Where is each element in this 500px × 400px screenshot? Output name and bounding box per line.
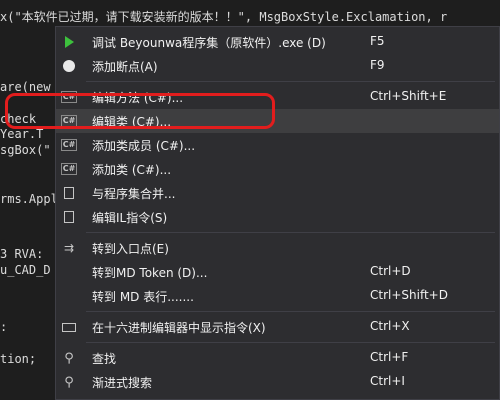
menu-separator [86, 232, 495, 233]
menu-item-label: 调试 Beyounwa程序集（原软件）.exe (D) [92, 36, 326, 50]
menu-item-shortcut: F9 [370, 58, 385, 72]
csharp-icon: C# [60, 115, 78, 127]
breakpoint-dot-icon [60, 57, 78, 75]
document-icon [60, 208, 78, 226]
add-breakpoint-item[interactable]: 添加断点(A) F9 [56, 54, 499, 78]
csharp-icon: C# [60, 91, 78, 103]
edit-il-item[interactable]: 编辑IL指令(S) [56, 205, 499, 229]
code-line: check [0, 112, 37, 126]
menu-item-shortcut: Ctrl+X [370, 319, 410, 333]
goto-md-token-item[interactable]: 转到MD Token (D)... Ctrl+D [56, 260, 499, 284]
add-class-member-item[interactable]: C# 添加类成员 (C#)... [56, 133, 499, 157]
menu-separator [86, 342, 495, 343]
menu-item-shortcut: F5 [370, 34, 385, 48]
search-icon: ⚲ [64, 374, 74, 390]
edit-class-item[interactable]: C# 编辑类 (C#)... [56, 109, 499, 133]
code-line: are(new [0, 80, 51, 94]
menu-item-label: 转到MD Token (D)... [92, 266, 208, 280]
menu-item-label: 转到入口点(E) [92, 242, 169, 256]
entry-point-icon: ⇉ [63, 241, 75, 255]
incremental-search-item[interactable]: ⚲ 渐进式搜索 Ctrl+I [56, 370, 499, 394]
search-icon: ⚲ [64, 350, 74, 366]
menu-item-shortcut: Ctrl+I [370, 374, 405, 388]
code-line: tion; [0, 352, 37, 366]
code-line: x("本软件已过期，请下载安装新的版本！！", MsgBoxStyle.Excl… [0, 10, 448, 24]
debug-program-item[interactable]: 调试 Beyounwa程序集（原软件）.exe (D) F5 [56, 30, 499, 54]
add-class-item[interactable]: C# 添加类 (C#)... [56, 157, 499, 181]
menu-item-label: 添加断点(A) [92, 60, 158, 74]
menu-item-label: 编辑类 (C#)... [92, 115, 172, 129]
code-line: u_CAD_D [0, 263, 51, 277]
context-menu: 调试 Beyounwa程序集（原软件）.exe (D) F5 添加断点(A) F9 C#… [55, 26, 500, 400]
merge-icon [60, 184, 78, 202]
code-line: rms.Appl [0, 192, 58, 206]
menu-item-label: 添加类成员 (C#)... [92, 139, 196, 153]
code-line: : [0, 320, 8, 334]
edit-method-item[interactable]: C# 编辑方法 (C#)... Ctrl+Shift+E [56, 85, 499, 109]
menu-item-label: 在十六进制编辑器中显示指令(X) [92, 321, 266, 335]
hex-editor-icon [60, 318, 78, 336]
csharp-icon: C# [60, 163, 78, 175]
code-line: Year.T [0, 127, 44, 141]
menu-item-label: 与程序集合并... [92, 187, 176, 201]
menu-item-label: 编辑IL指令(S) [92, 211, 168, 225]
show-in-hex-editor-item[interactable]: 在十六进制编辑器中显示指令(X) Ctrl+X [56, 315, 499, 339]
merge-assembly-item[interactable]: 与程序集合并... [56, 181, 499, 205]
menu-item-shortcut: Ctrl+F [370, 350, 409, 364]
code-line: sgBox(" [0, 143, 51, 157]
menu-item-shortcut: Ctrl+Shift+D [370, 288, 448, 302]
play-icon [60, 33, 78, 51]
menu-item-shortcut: Ctrl+Shift+E [370, 89, 447, 103]
menu-separator [86, 311, 495, 312]
menu-item-label: 添加类 (C#)... [92, 163, 172, 177]
menu-item-label: 查找 [92, 352, 117, 366]
code-line: 3 RVA: [0, 247, 44, 261]
menu-item-label: 转到 MD 表行....... [92, 290, 194, 304]
csharp-icon: C# [60, 139, 78, 151]
goto-entry-item[interactable]: ⇉ 转到入口点(E) [56, 236, 499, 260]
menu-separator [86, 81, 495, 82]
menu-item-label: 渐进式搜索 [92, 376, 153, 390]
menu-item-label: 编辑方法 (C#)... [92, 91, 184, 105]
find-item[interactable]: ⚲ 查找 Ctrl+F [56, 346, 499, 370]
menu-item-shortcut: Ctrl+D [370, 264, 411, 278]
goto-md-table-item[interactable]: 转到 MD 表行....... Ctrl+Shift+D [56, 284, 499, 308]
